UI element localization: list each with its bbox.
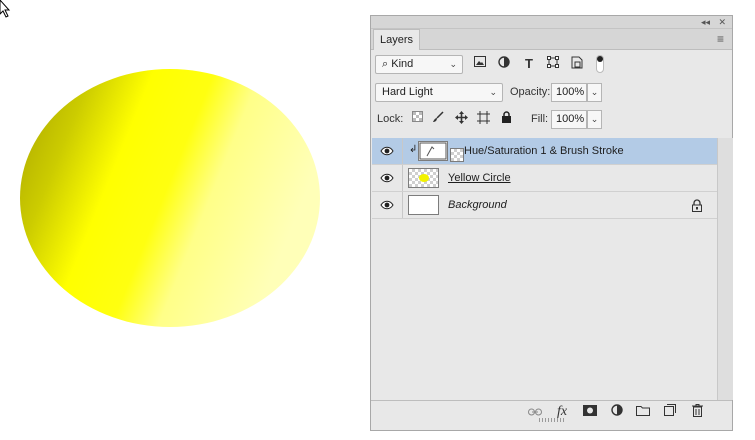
lock-row: Lock: Fill: 100% ⌄	[371, 110, 732, 132]
filter-kind-label: Kind	[391, 58, 414, 70]
adjustment-layer-filter-icon[interactable]	[496, 56, 512, 72]
tab-layers[interactable]: Layers	[373, 29, 421, 50]
clipping-mask-arrow-icon: ↲	[409, 144, 418, 155]
eye-visibility-icon[interactable]	[380, 145, 394, 157]
blend-mode-select[interactable]: Hard Light ⌄	[375, 83, 503, 102]
opacity-label: Opacity:	[510, 86, 551, 98]
panel-footer: fx	[371, 400, 732, 423]
lock-image-pixels-brush-icon[interactable]	[430, 111, 446, 127]
opacity-field[interactable]: 100%	[551, 83, 587, 102]
add-mask-icon[interactable]	[582, 404, 598, 420]
layer-row-background[interactable]: Background	[372, 192, 717, 219]
panel-tab-bar: Layers ≡	[371, 29, 732, 50]
search-icon: ⌕	[382, 58, 389, 70]
blend-row: Hard Light ⌄ Opacity: 100% ⌄	[371, 83, 732, 105]
smart-object-filter-icon[interactable]	[569, 56, 585, 72]
new-group-icon[interactable]	[635, 404, 651, 420]
panel-menu-icon[interactable]: ≡	[717, 33, 724, 45]
chevron-down-icon: ⌄	[449, 59, 457, 69]
layer-thumbnail[interactable]	[408, 168, 439, 188]
layer-row-yellow-circle[interactable]: Yellow Circle	[372, 165, 717, 192]
layers-scrollbar[interactable]	[717, 138, 733, 400]
yellow-circle-artwork	[20, 69, 320, 327]
fill-field[interactable]: 100%	[551, 110, 587, 129]
filter-row: ⌕ Kind ⌄ T	[371, 54, 732, 76]
lock-label: Lock:	[377, 113, 404, 125]
lock-position-move-icon[interactable]	[453, 111, 469, 127]
layer-row-hue-saturation[interactable]: ↲ Hue/Saturation 1 & Brush Stroke	[372, 138, 717, 165]
new-layer-icon[interactable]	[662, 404, 678, 420]
layers-list: ↲ Hue/Saturation 1 & Brush Stroke Yellow…	[372, 138, 717, 400]
document-canvas[interactable]	[0, 0, 370, 440]
type-layer-filter-icon[interactable]: T	[521, 56, 537, 72]
lock-transparent-pixels-icon[interactable]	[409, 111, 425, 127]
blend-mode-value: Hard Light	[382, 86, 433, 98]
panel-resize-grip[interactable]	[539, 418, 565, 422]
delete-layer-icon[interactable]	[689, 404, 705, 420]
eye-visibility-icon[interactable]	[380, 199, 394, 211]
layer-thumbnail[interactable]	[408, 195, 439, 215]
shape-layer-filter-icon[interactable]	[545, 56, 561, 72]
panel-title-strip: ◂◂ ✕	[371, 16, 732, 29]
layer-name: Yellow Circle	[448, 172, 511, 184]
eye-visibility-icon[interactable]	[380, 172, 394, 184]
lock-artboard-icon[interactable]	[475, 111, 491, 127]
layer-name: Hue/Saturation 1 & Brush Stroke	[464, 145, 624, 157]
filter-toggle-switch[interactable]	[596, 55, 604, 73]
new-adjustment-icon[interactable]	[609, 404, 625, 420]
fill-dropdown[interactable]: ⌄	[587, 110, 602, 129]
chevron-down-icon: ⌄	[489, 87, 497, 97]
layer-name: Background	[448, 199, 507, 211]
pixel-layer-filter-icon[interactable]	[472, 56, 488, 72]
layers-panel: ◂◂ ✕ Layers ≡ ⌕ Kind ⌄ T Hard Light ⌄ Op…	[370, 15, 733, 431]
filter-kind-select[interactable]: ⌕ Kind ⌄	[375, 55, 463, 74]
close-panel-icon[interactable]: ✕	[718, 16, 726, 28]
collapse-panel-icon[interactable]: ◂◂	[701, 16, 710, 28]
fill-label: Fill:	[531, 113, 549, 125]
layer-mask-thumbnail[interactable]	[450, 148, 464, 162]
adjustment-layer-thumbnail[interactable]	[418, 141, 448, 161]
layer-lock-icon	[692, 199, 702, 212]
opacity-dropdown[interactable]: ⌄	[587, 83, 602, 102]
lock-all-icon[interactable]	[498, 111, 514, 127]
